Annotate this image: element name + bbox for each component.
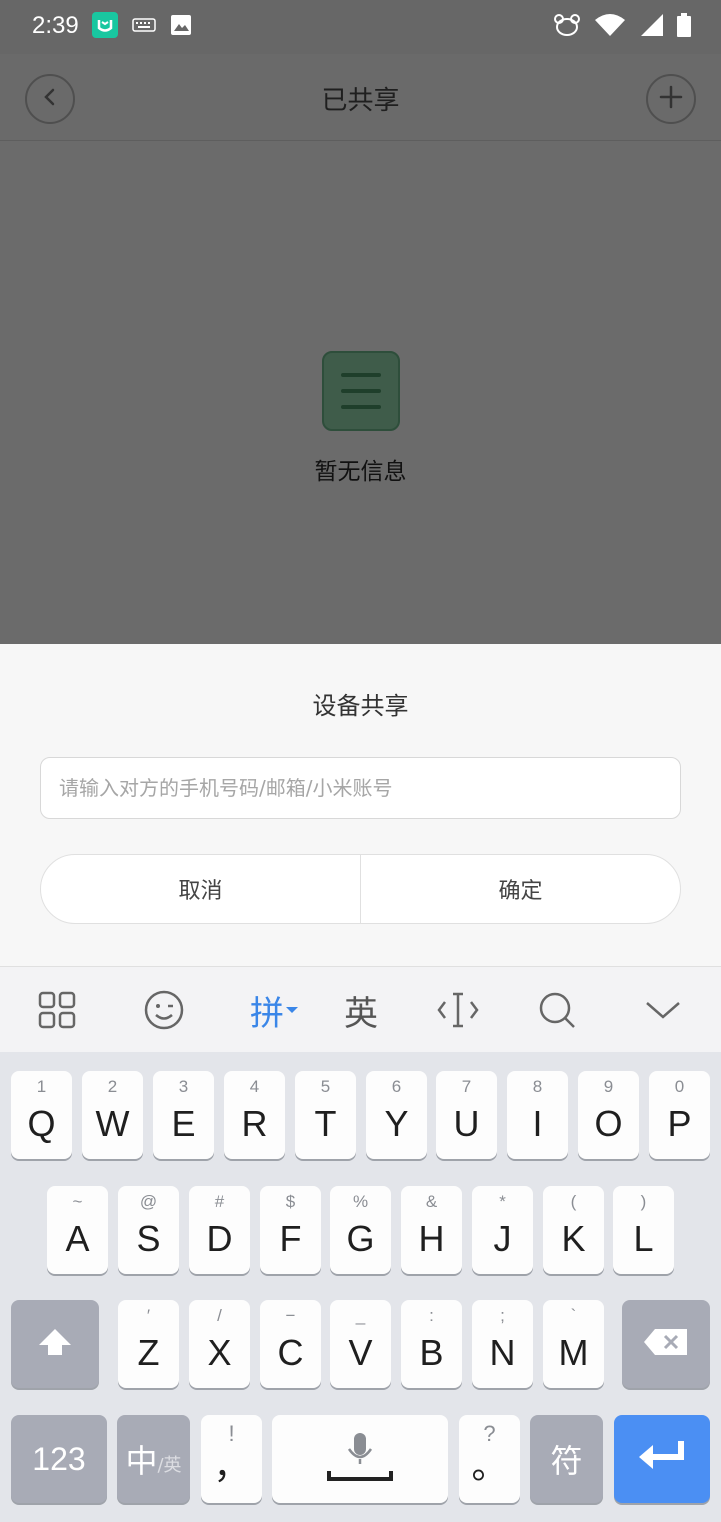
- caret-down-icon: [286, 1007, 298, 1013]
- key-w[interactable]: 2W: [82, 1071, 143, 1159]
- confirm-button[interactable]: 确定: [361, 855, 680, 923]
- mi-home-icon: [92, 12, 118, 42]
- enter-button[interactable]: [614, 1415, 710, 1503]
- account-input[interactable]: [40, 757, 681, 819]
- dialog-title: 设备共享: [312, 692, 409, 720]
- key-a[interactable]: ~ A: [47, 1186, 108, 1274]
- content-area: 暂无信息: [0, 141, 721, 644]
- key-c[interactable]: − C: [260, 1300, 321, 1388]
- battery-icon: [677, 13, 691, 41]
- period-key[interactable]: ?。: [459, 1415, 520, 1503]
- microphone-icon: [325, 1431, 395, 1487]
- shift-arrow-icon: [37, 1327, 73, 1361]
- cell-signal-icon: [639, 12, 665, 42]
- key-e[interactable]: 3E: [153, 1071, 214, 1159]
- ime-toolbar: 拼 英: [0, 966, 721, 1053]
- key-p[interactable]: 0P: [649, 1071, 710, 1159]
- status-bar: 2:39: [0, 0, 721, 54]
- key-j[interactable]: * J: [472, 1186, 533, 1274]
- key-f[interactable]: $ F: [260, 1186, 321, 1274]
- key-z[interactable]: ′ Z: [118, 1300, 179, 1388]
- english-label: 英: [344, 993, 378, 1034]
- key-m[interactable]: ` M: [543, 1300, 604, 1388]
- search-icon[interactable]: [534, 987, 580, 1033]
- shift-button[interactable]: [11, 1300, 99, 1388]
- list-icon: [322, 351, 400, 431]
- key-q[interactable]: 1Q: [11, 1071, 72, 1159]
- enter-arrow-icon: [637, 1439, 687, 1479]
- key-r[interactable]: 4R: [224, 1071, 285, 1159]
- english-mode-button[interactable]: 英: [338, 987, 384, 1034]
- app-header: 已共享: [0, 54, 721, 141]
- emoji-icon[interactable]: [141, 987, 187, 1033]
- share-dialog: 设备共享 取消 确定: [0, 644, 721, 966]
- bear-icon: [553, 13, 581, 41]
- key-i[interactable]: 8I: [507, 1071, 568, 1159]
- image-icon: [170, 14, 192, 40]
- keyboard: 1Q 2W 3E 4R 5T 6Y 7U 8I 9O 0P ~ A @ S # D $…: [0, 1052, 721, 1522]
- language-switch-button[interactable]: 中/英: [117, 1415, 190, 1503]
- cursor-move-icon[interactable]: [435, 987, 481, 1033]
- cancel-button[interactable]: 取消: [41, 855, 360, 923]
- plus-icon: [659, 85, 683, 113]
- key-x[interactable]: / X: [189, 1300, 250, 1388]
- key-n[interactable]: ; N: [472, 1300, 533, 1388]
- keyboard-icon: [132, 17, 156, 37]
- key-k[interactable]: (K: [543, 1186, 604, 1274]
- key-h[interactable]: & H: [401, 1186, 462, 1274]
- key-g[interactable]: % G: [330, 1186, 391, 1274]
- key-s[interactable]: @ S: [118, 1186, 179, 1274]
- pinyin-mode-button[interactable]: 拼: [244, 987, 304, 1034]
- key-b[interactable]: :B: [401, 1300, 462, 1388]
- wifi-icon: [593, 12, 627, 42]
- backspace-button[interactable]: [622, 1300, 710, 1388]
- collapse-keyboard-icon[interactable]: [640, 987, 686, 1033]
- dialog-buttons: 取消 确定: [40, 854, 681, 924]
- key-u[interactable]: 7U: [436, 1071, 497, 1159]
- key-l[interactable]: ) L: [613, 1186, 674, 1274]
- empty-state-text: 暂无信息: [314, 459, 407, 485]
- key-d[interactable]: # D: [189, 1186, 250, 1274]
- pinyin-label: 拼: [250, 993, 284, 1034]
- space-bar[interactable]: [272, 1415, 448, 1503]
- key-t[interactable]: 5T: [295, 1071, 356, 1159]
- symbols-button[interactable]: 符: [530, 1415, 603, 1503]
- key-o[interactable]: 9O: [578, 1071, 639, 1159]
- key-v[interactable]: _ V: [330, 1300, 391, 1388]
- comma-key[interactable]: !，: [201, 1415, 262, 1503]
- page-title: 已共享: [321, 86, 400, 116]
- numbers-button[interactable]: 123: [11, 1415, 107, 1503]
- status-time: 2:39: [32, 12, 79, 39]
- key-y[interactable]: 6Y: [366, 1071, 427, 1159]
- add-button[interactable]: [646, 74, 696, 124]
- backspace-icon: [643, 1327, 689, 1361]
- grid-menu-icon[interactable]: [34, 987, 80, 1033]
